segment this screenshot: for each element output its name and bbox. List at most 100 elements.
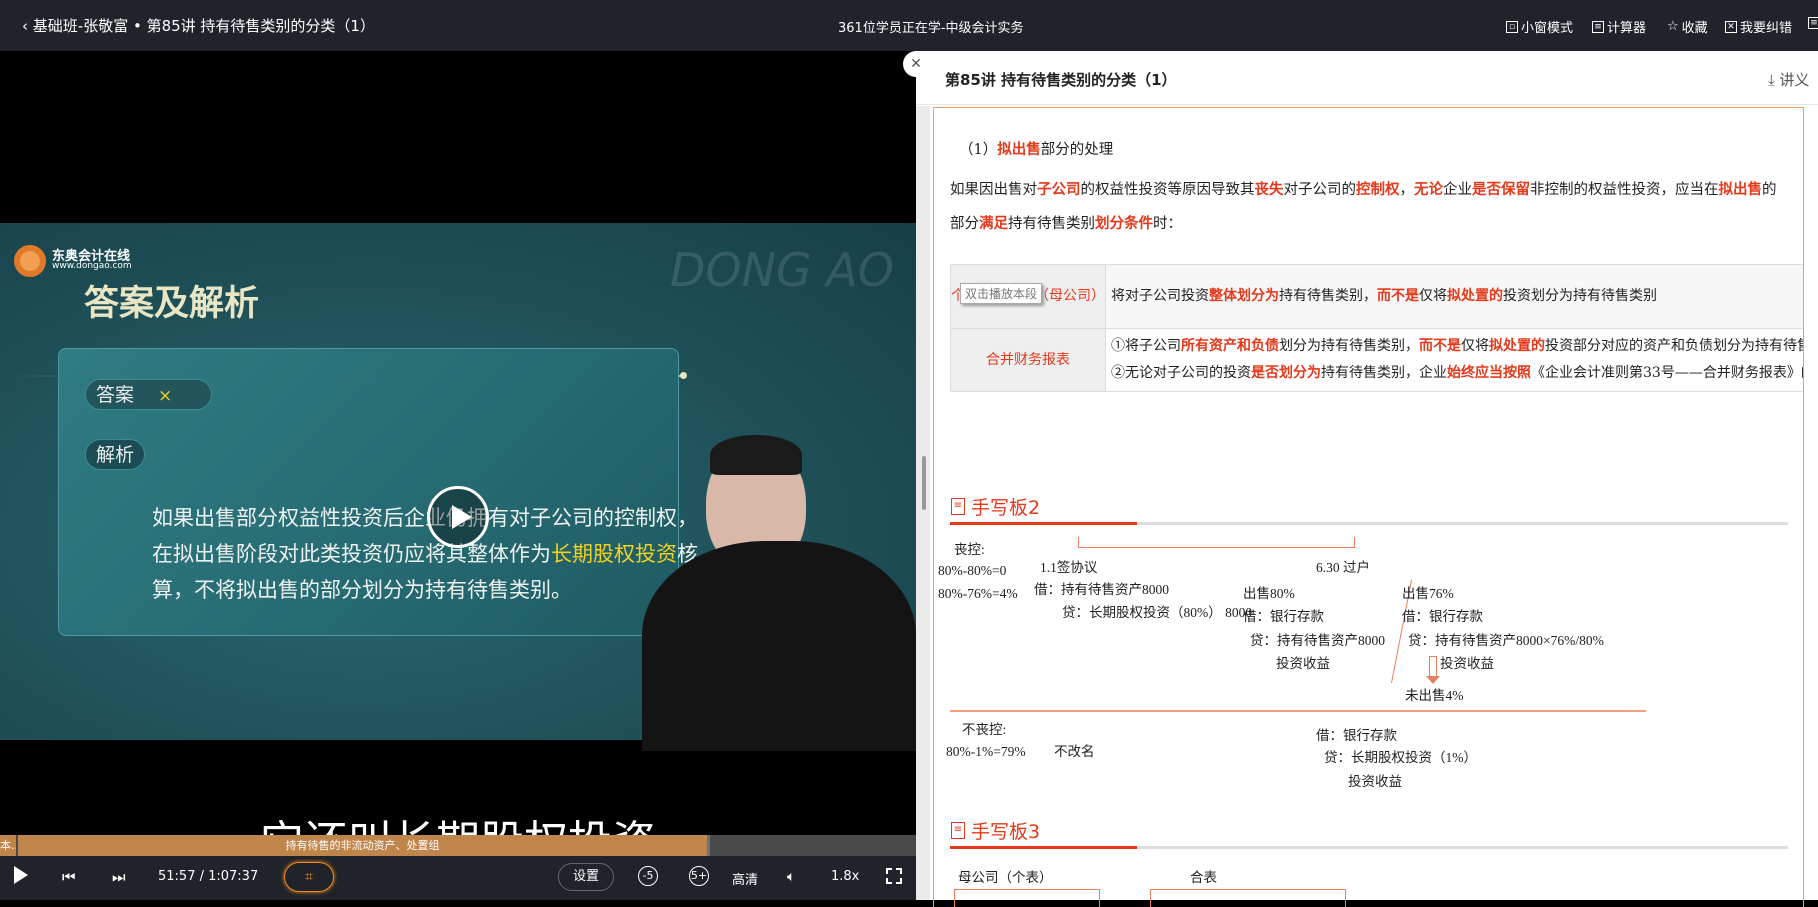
highlight-text: 是否保留 [1472, 181, 1530, 198]
answer-value: × [158, 386, 172, 406]
label: 讲义 [1779, 71, 1809, 89]
report-error-button[interactable]: ✕我要纠错 [1725, 17, 1792, 36]
highlight-text: 整体划分为 [1209, 288, 1279, 304]
play-overlay-button[interactable] [427, 486, 489, 548]
video-player[interactable]: 东奥会计在线 www.dongao.com DONG AO 答案及解析 答案× … [0, 51, 916, 835]
text-segment: 仅将 [1461, 338, 1489, 354]
highlight-text: 划分条件 [1095, 215, 1153, 232]
scroll-thumb[interactable] [922, 456, 926, 510]
tooltip: 双击播放本段 [960, 283, 1042, 304]
speed-button[interactable]: 1.8x [831, 869, 859, 884]
table-row: 合并财务报表 ①将子公司所有资产和负债划分为持有待售类别，而不是仅将拟处置的投资… [951, 329, 1805, 392]
chapter-bar[interactable]: 本.. 持有待售的非流动资产、处置组 [0, 835, 916, 856]
board2-text: 80%-80%=0 [938, 563, 1006, 579]
panel-title: 第85讲 持有待售类别的分类（1） [945, 69, 1177, 90]
text-segment: 如果出售部分权益性投资后企业仍拥有对子公司的控制权， [152, 506, 698, 530]
board3-text: 合表 [1190, 866, 1217, 886]
handout-content: （1）拟出售部分的处理 如果因出售对子公司的权益性投资等原因导致其丧失对子公司的… [933, 107, 1804, 907]
rewind-5-button[interactable]: -5 [638, 866, 658, 886]
calculator-button[interactable]: ≡计算器 [1592, 17, 1646, 36]
text-segment: 时： [1153, 216, 1182, 232]
board2-text: 80%-76%=4% [938, 586, 1018, 602]
highlight-text: 子公司 [1037, 181, 1081, 198]
highlight-text: 拟处置的 [1447, 288, 1503, 304]
slide-title: 答案及解析 [84, 275, 259, 326]
highlight-text: 拟处置的 [1489, 338, 1545, 354]
panel-header: 第85讲 持有待售类别的分类（1） ⤓ 讲义 [916, 51, 1818, 105]
analysis-line: 算，不将拟出售的部分划分为持有待售类别。 [152, 574, 572, 604]
settings-button[interactable]: 设置 [558, 863, 614, 891]
board3-text: 母公司（个表） [958, 866, 1053, 886]
board2-text: 贷：长期股权投资（80%） 8000 [1062, 601, 1252, 621]
board2-text: 贷：长期股权投资（1%） [1324, 746, 1477, 766]
mini-window-button[interactable]: ▫小窗模式 [1506, 17, 1573, 36]
notepad-icon: ≡ [951, 822, 965, 839]
chapter-current[interactable]: 持有待售的非流动资产、处置组 [18, 835, 707, 856]
board-title: 手写板2 [971, 493, 1040, 520]
crop-button[interactable]: ⌗ [284, 862, 334, 892]
heading-underline [950, 522, 1788, 525]
heading-underline [950, 846, 1788, 849]
row-body: 将对子公司投资整体划分为持有待售类别，而不是仅将拟处置的投资划分为持有待售类别 [1106, 265, 1805, 329]
quality-button[interactable]: 高清 [732, 869, 758, 888]
subtitle: 它还叫长期股权投资 [0, 806, 916, 835]
board2-text: 贷：持有待售资产8000 [1250, 629, 1385, 649]
text-segment: 持有待售类别， [1279, 288, 1377, 304]
highlight-text: 无论 [1414, 181, 1443, 198]
board2-text: 不改名 [1054, 740, 1095, 760]
highlight-text: 满足 [979, 215, 1008, 232]
text-segment: 对子公司的 [1284, 182, 1357, 198]
label: 小窗模式 [1521, 17, 1573, 36]
board2-text: 借：银行存款 [1316, 724, 1397, 744]
board2-text: 出售76% [1402, 582, 1454, 602]
favorite-button[interactable]: ☆收藏 [1667, 17, 1708, 36]
text-segment: 如果因出售对 [950, 182, 1037, 198]
fullscreen-icon[interactable] [886, 868, 902, 884]
text-segment: 算，不将拟出售的部分划分为持有待售类别。 [152, 578, 572, 602]
star-icon: ☆ [1667, 19, 1679, 34]
classification-table: 个别财务报表（母公司） 将对子公司投资整体划分为持有待售类别，而不是仅将拟处置的… [950, 264, 1804, 392]
progress-handle[interactable] [707, 835, 710, 856]
previous-icon[interactable]: ⏮ [62, 868, 76, 886]
more-icon[interactable]: ≡ [1808, 17, 1818, 29]
calculator-icon: ≡ [1592, 21, 1604, 33]
learner-count: 361位学员正在学-中级会计实务 [838, 17, 1024, 36]
row-body: ②无论对子公司的投资是否划分为持有待售类别，企业始终应当按照《企业会计准则第33… [1111, 360, 1804, 387]
label: 计算器 [1607, 17, 1646, 36]
chapter-prev[interactable]: 本.. [0, 835, 16, 856]
label: 收藏 [1682, 17, 1708, 36]
text-segment: ， [1400, 182, 1415, 198]
text-segment: 《企业会计准则第33号——合并财务报表》的规定 [1531, 365, 1804, 381]
video-slide: 东奥会计在线 www.dongao.com DONG AO 答案及解析 答案× … [0, 223, 916, 740]
board3-box [1150, 889, 1346, 907]
forward-5-button[interactable]: 5+ [689, 866, 709, 886]
board2-text: 80%-1%=79% [946, 744, 1026, 760]
analysis-line: 在拟出售阶段对此类投资仍应将其整体作为长期股权投资核 [152, 538, 698, 568]
board2-text: 借：银行存款 [1243, 605, 1324, 625]
next-icon[interactable]: ⏭ [112, 868, 126, 886]
handout-download-button[interactable]: ⤓ 讲义 [1768, 69, 1809, 90]
play-button[interactable] [14, 866, 28, 884]
text-segment: ②无论对子公司的投资 [1111, 365, 1251, 381]
board3-box [954, 889, 1100, 907]
handout-panel: ✕ 第85讲 持有待售类别的分类（1） ⤓ 讲义 （1）拟出售部分的处理 如果因… [916, 51, 1818, 900]
row-header: 合并财务报表 [951, 329, 1106, 392]
board2-text: 6.30 过户 [1316, 556, 1370, 576]
text-segment: 投资划分为持有待售类别 [1503, 288, 1657, 304]
player-controls: ⏮ ⏭ 51:57 / 1:07:37 ⌗ 设置 -5 5+ 高清 🔈︎ 1.8… [0, 856, 916, 900]
text-segment: 仅将 [1419, 288, 1447, 304]
text-segment: 划分为持有待售类别， [1279, 338, 1419, 354]
board2-text: 出售80% [1243, 582, 1295, 602]
text-segment: 将对子公司投资 [1111, 288, 1209, 304]
board2-text: 不丧控: [962, 718, 1006, 738]
board2-text: 投资收益 [1276, 652, 1330, 672]
back-button[interactable]: ‹ 基础班-张敬富 • 第85讲 持有待售类别的分类（1） [22, 15, 375, 36]
board2-text: 丧控: [954, 538, 985, 558]
volume-icon[interactable]: 🔈︎ [787, 869, 795, 885]
label: 我要纠错 [1740, 17, 1792, 36]
board2-text: 未出售4% [1405, 684, 1464, 704]
text-segment: （1） [959, 142, 997, 158]
text-segment: 非控制的权益性投资，应当在 [1530, 182, 1719, 198]
label: 5 [691, 869, 698, 882]
board3-heading: ≡手写板3 [951, 817, 1040, 844]
